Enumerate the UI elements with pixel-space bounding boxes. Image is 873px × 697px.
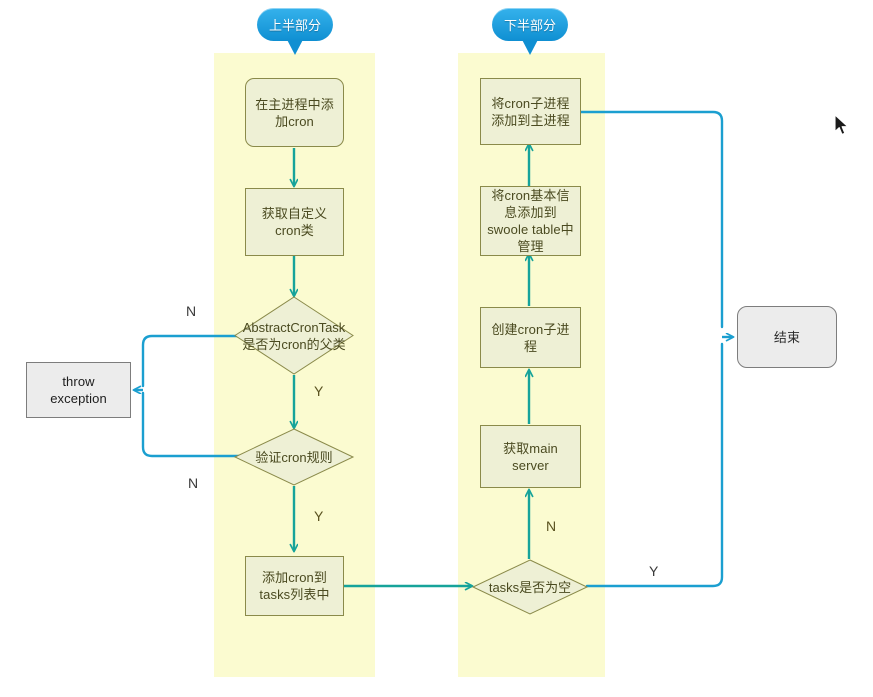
node-label: AbstractCronTask是否为cron的父类 <box>242 319 346 352</box>
node-get-main-server[interactable]: 获取main server <box>480 425 581 488</box>
edge-label-abstract-no: N <box>186 303 196 319</box>
edge-label-text: Y <box>314 508 324 524</box>
marker-label-upper: 上半部分 <box>268 18 321 33</box>
marker-lower-half: 下半部分 <box>492 8 568 55</box>
edge-label-text: N <box>188 475 199 491</box>
edge-tasks-yes-to-end <box>585 342 724 588</box>
node-end[interactable]: 结束 <box>737 306 837 368</box>
node-add-cron-main[interactable]: 在主进程中添加cron <box>245 78 344 147</box>
node-throw-exception[interactable]: throw exception <box>26 362 131 418</box>
node-label: 将cron子进程添加到主进程 <box>491 95 570 128</box>
edge-label-text: Y <box>314 383 324 399</box>
edge-label-text: N <box>186 303 197 319</box>
node-label: 添加cron到tasks列表中 <box>259 570 330 602</box>
edge-label-tasks-yes: Y <box>649 563 658 579</box>
edge-label-validate-no: N <box>188 475 198 491</box>
node-add-info-to-swoole-table[interactable]: 将cron基本信息添加到swoole table中管理 <box>480 186 581 256</box>
node-validate-cron-rule[interactable]: 验证cron规则 <box>233 428 355 486</box>
marker-upper-half: 上半部分 <box>257 8 333 55</box>
node-label: 创建cron子进程 <box>491 321 570 354</box>
edge-label-text: Y <box>649 563 659 579</box>
edge-label-text: N <box>546 518 557 534</box>
edge-label-abstract-yes: Y <box>314 383 323 399</box>
node-create-cron-child[interactable]: 创建cron子进程 <box>480 307 581 368</box>
node-label: 将cron基本信息添加到swoole table中管理 <box>487 188 574 254</box>
node-add-cron-to-tasks[interactable]: 添加cron到tasks列表中 <box>245 556 344 616</box>
marker-label-lower: 下半部分 <box>503 18 556 33</box>
edge-label-tasks-no: N <box>546 518 556 534</box>
node-label: 获取自定义cron类 <box>261 206 328 238</box>
node-label: 结束 <box>773 329 801 345</box>
edge-label-validate-yes: Y <box>314 508 323 524</box>
node-label: tasks是否为空 <box>488 579 572 595</box>
node-label: 获取main server <box>503 440 558 473</box>
flowchart-canvas: 上半部分 下半部分 在主进程中添加cron 获取自定义cron类 Abstrac… <box>0 0 873 697</box>
mouse-pointer-icon <box>834 114 850 136</box>
node-is-abstract-parent[interactable]: AbstractCronTask是否为cron的父类 <box>234 296 354 375</box>
node-get-custom-cron-class[interactable]: 获取自定义cron类 <box>245 188 344 256</box>
node-tasks-is-empty[interactable]: tasks是否为空 <box>471 559 589 615</box>
node-label: 在主进程中添加cron <box>255 96 334 129</box>
node-label: 验证cron规则 <box>255 449 333 465</box>
node-label: throw exception <box>50 374 107 406</box>
node-add-child-to-main[interactable]: 将cron子进程添加到主进程 <box>480 78 581 145</box>
